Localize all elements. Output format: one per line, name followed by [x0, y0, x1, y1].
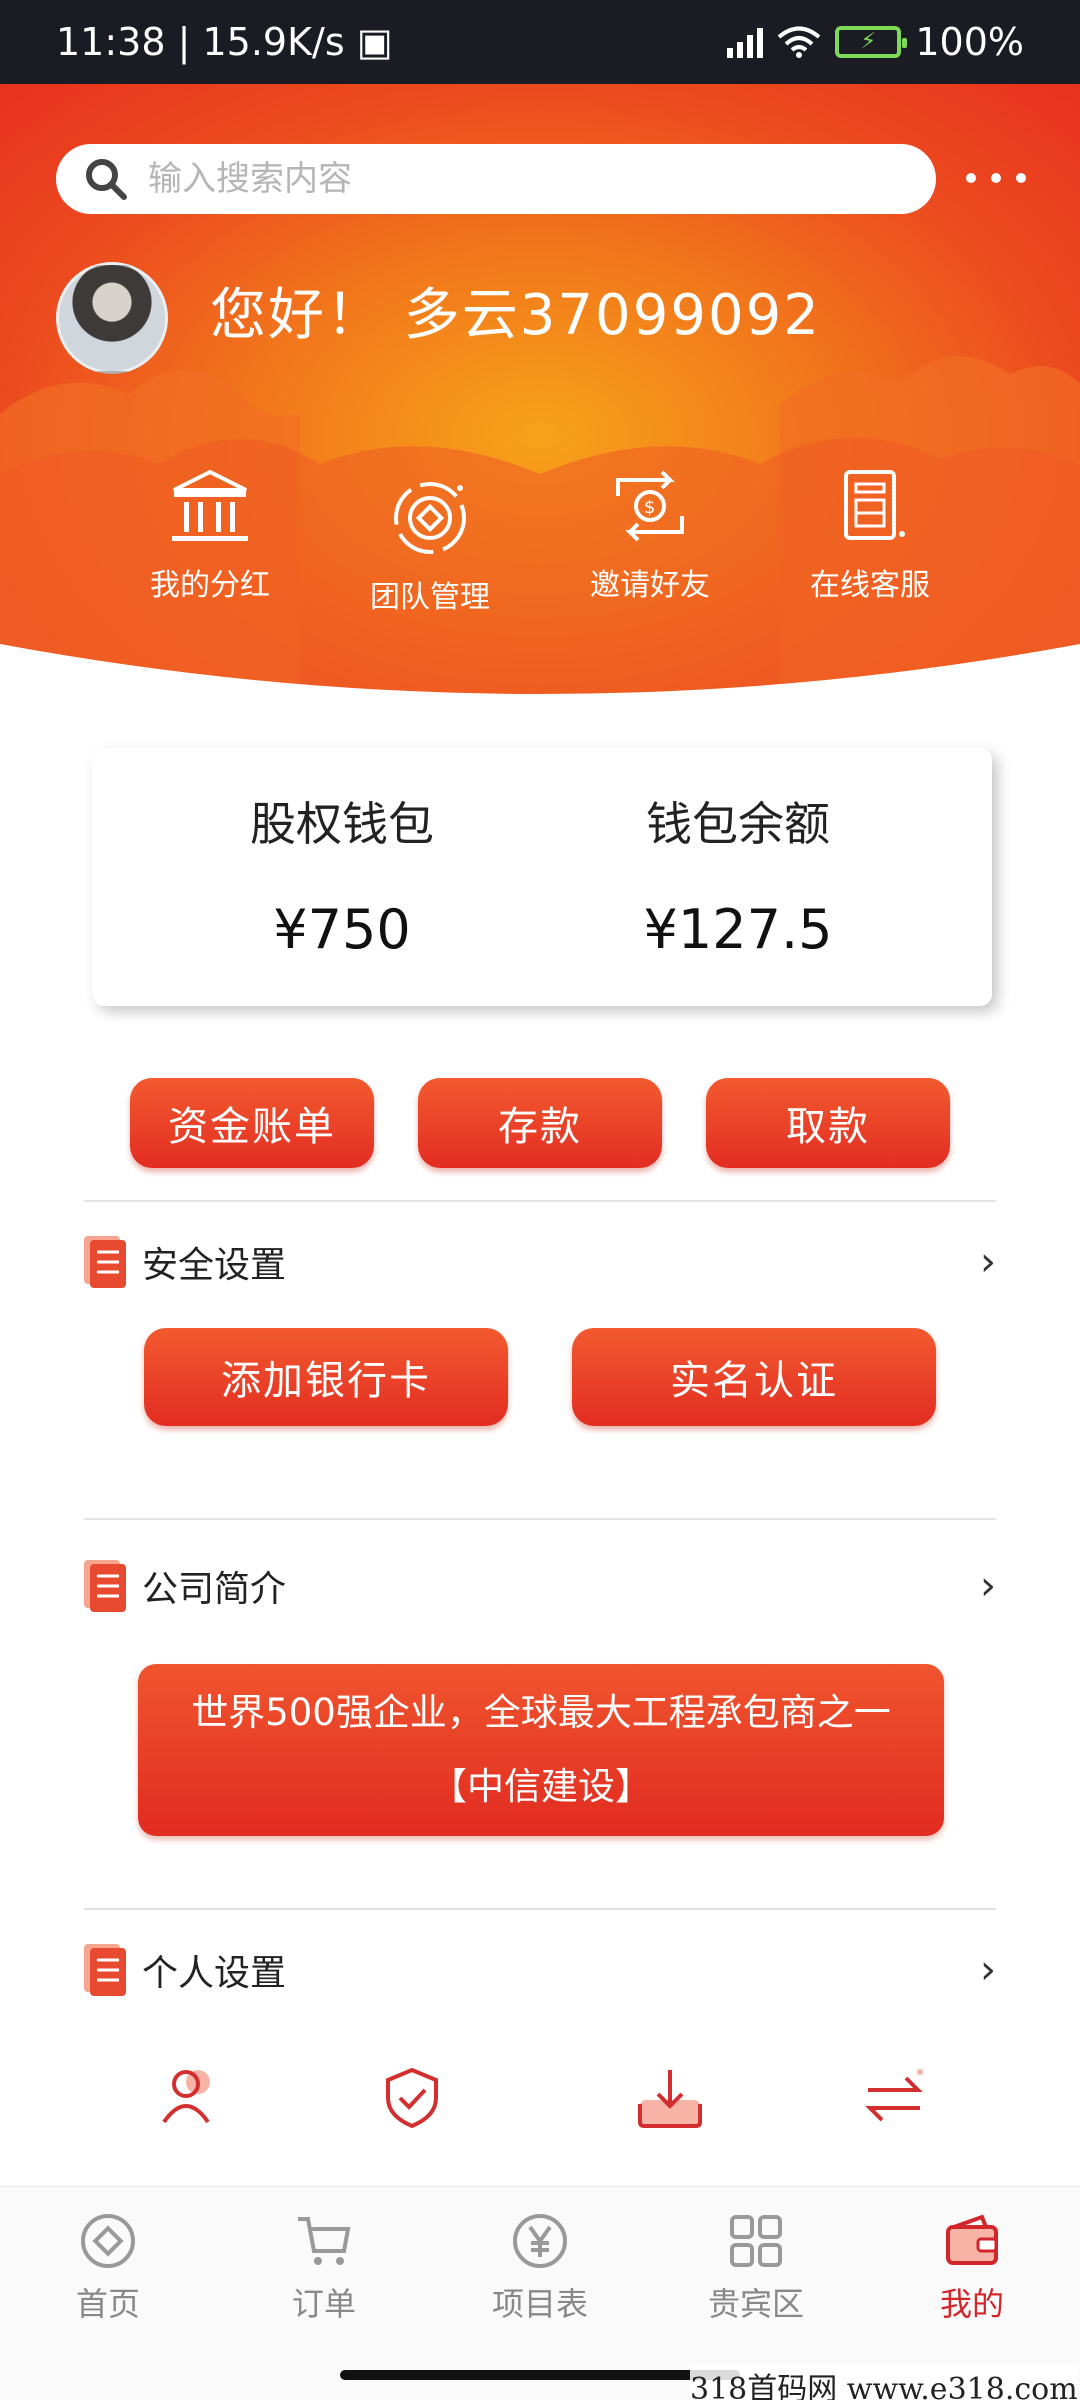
personal-settings-row[interactable]: 个人设置 › [84, 1940, 996, 2000]
status-left: 11:38 | 15.9K/s ▣ [56, 20, 393, 64]
cart-icon [298, 2217, 351, 2265]
tab-vip[interactable]: 贵宾区 [676, 2211, 836, 2325]
divider [84, 1518, 996, 1520]
quick-action-dividend[interactable]: 我的分红 [110, 464, 310, 604]
deposit-button[interactable]: 存款 [418, 1078, 662, 1168]
equity-wallet[interactable]: 股权钱包 ¥750 [192, 788, 492, 961]
wallet-balance-value: ¥127.5 [643, 898, 833, 961]
add-bank-card-button[interactable]: 添加银行卡 [144, 1328, 508, 1426]
grid-icon [730, 2215, 782, 2267]
more-options-icon[interactable] [966, 166, 1026, 190]
user-profile-icon[interactable] [158, 2066, 226, 2126]
status-bar: 11:38 | 15.9K/s ▣ ⚡ 100% [0, 0, 1080, 84]
tab-orders[interactable]: 订单 [244, 2211, 404, 2325]
nfc-icon: ▣ [356, 20, 393, 64]
chevron-right-icon: › [980, 1563, 996, 1609]
home-coin-icon [81, 2214, 135, 2268]
security-settings-row[interactable]: 安全设置 › [84, 1232, 996, 1292]
company-intro-line1: 世界500强企业，全球最大工程承包商之一 [191, 1691, 891, 1734]
chevron-right-icon: › [980, 1947, 996, 1993]
quick-action-service[interactable]: 在线客服 [770, 464, 970, 604]
quick-action-invite[interactable]: $ 邀请好友 [550, 464, 750, 604]
divider [84, 1908, 996, 1910]
document-icon [84, 1560, 126, 1612]
quick-action-label: 我的分红 [150, 568, 270, 603]
tab-label: 我的 [939, 2285, 1004, 2323]
transfer-exchange-icon[interactable] [860, 2066, 928, 2130]
battery-icon: ⚡ [835, 26, 908, 58]
real-name-verify-button[interactable]: 实名认证 [572, 1328, 936, 1426]
company-intro-banner[interactable]: 世界500强企业，全球最大工程承包商之一 【中信建设】 [138, 1664, 944, 1836]
tab-label: 贵宾区 [707, 2285, 804, 2323]
avatar[interactable] [56, 262, 168, 374]
invite-exchange-icon: $ [616, 470, 684, 542]
document-icon [84, 1944, 126, 1996]
tab-projects[interactable]: 项目表 [460, 2211, 620, 2325]
greeting-text: 您好！ 多云37099092 [210, 283, 821, 348]
security-shield-icon[interactable] [380, 2066, 444, 2130]
quick-action-label: 邀请好友 [590, 568, 710, 603]
wallet-balance-label: 钱包余额 [646, 797, 830, 851]
company-intro-row[interactable]: 公司简介 › [84, 1556, 996, 1616]
status-right: ⚡ 100% [727, 20, 1024, 64]
company-intro-title: 公司简介 [142, 1569, 287, 1610]
quick-action-label: 团队管理 [370, 580, 490, 615]
tab-home[interactable]: 首页 [28, 2211, 188, 2325]
equity-wallet-value: ¥750 [273, 898, 411, 961]
tab-label: 项目表 [491, 2285, 588, 2323]
search-bar[interactable] [56, 144, 936, 214]
profile-header: 您好！ 多云37099092 我的分红 团队管理 $ 邀请好友 [0, 84, 1080, 724]
wallet-balance[interactable]: 钱包余额 ¥127.5 [588, 788, 888, 961]
document-icon [84, 1236, 126, 1288]
quick-action-label: 在线客服 [810, 568, 930, 603]
withdraw-button[interactable]: 取款 [706, 1078, 950, 1168]
watermark-text: 318首码网 www.e318.com [690, 2364, 1078, 2400]
service-receipt-icon [844, 470, 905, 540]
search-input[interactable] [148, 159, 908, 199]
battery-percent: 100% [915, 20, 1024, 64]
signal-icon [727, 26, 764, 58]
tab-label: 订单 [291, 2285, 356, 2323]
security-settings-title: 安全设置 [142, 1245, 287, 1286]
equity-wallet-label: 股权钱包 [250, 797, 434, 851]
wallet-icon [946, 2214, 998, 2265]
status-time: 11:38 [56, 20, 166, 64]
personal-settings-title: 个人设置 [142, 1953, 287, 1994]
company-intro-line2: 【中信建设】 [430, 1765, 652, 1808]
svg-text:$: $ [644, 497, 655, 518]
chevron-right-icon: › [980, 1239, 996, 1285]
tab-label: 首页 [75, 2285, 140, 2323]
tab-mine[interactable]: 我的 [892, 2211, 1052, 2325]
network-speed: 15.9K/s [202, 20, 345, 64]
quick-action-team[interactable]: 团队管理 [330, 476, 530, 616]
wifi-icon [778, 26, 821, 58]
team-target-icon [394, 482, 466, 554]
download-tray-icon[interactable] [634, 2066, 706, 2130]
divider [84, 1200, 996, 1202]
wallet-card: 股权钱包 ¥750 钱包余额 ¥127.5 [92, 748, 992, 1006]
yuan-coin-icon [513, 2214, 567, 2268]
search-icon [86, 159, 127, 200]
bank-icon [172, 469, 248, 541]
fund-bill-button[interactable]: 资金账单 [130, 1078, 374, 1168]
gesture-home-bar[interactable] [340, 2370, 740, 2380]
